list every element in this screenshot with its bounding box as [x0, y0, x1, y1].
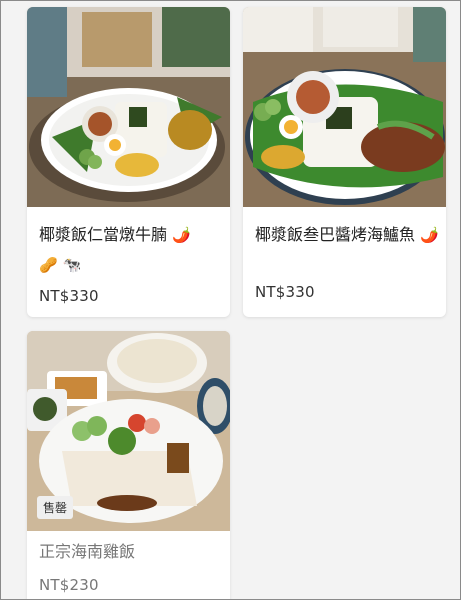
menu-item-title: 正宗海南雞飯: [39, 542, 136, 561]
menu-item-price: NT$330: [39, 287, 99, 305]
menu-item-card[interactable]: 售罄 正宗海南雞飯 NT$230: [27, 331, 230, 600]
chili-pepper-icon: 🌶️: [420, 226, 439, 244]
menu-item-name: 正宗海南雞飯: [39, 537, 225, 567]
chili-pepper-icon: 🌶️: [172, 226, 191, 244]
dish-photo: [243, 7, 446, 207]
menu-item-price: NT$230: [39, 576, 99, 594]
menu-item-name: 椰漿飯仁當燉牛腩 🌶️ 🥜 🐄: [39, 220, 225, 280]
menu-item-card[interactable]: 椰漿飯仁當燉牛腩 🌶️ 🥜 🐄 NT$330: [27, 7, 230, 317]
menu-item-card[interactable]: 椰漿飯叁巴醬烤海鱸魚 🌶️ NT$330: [243, 7, 446, 317]
dish-photo: [27, 7, 230, 207]
cow-icon: 🐄: [62, 256, 82, 274]
menu-item-name: 椰漿飯叁巴醬烤海鱸魚 🌶️: [255, 220, 441, 250]
sold-out-badge: 售罄: [37, 496, 74, 519]
menu-item-title: 椰漿飯仁當燉牛腩: [39, 225, 168, 244]
menu-item-title: 椰漿飯叁巴醬烤海鱸魚: [255, 225, 416, 244]
menu-item-price: NT$330: [255, 283, 315, 301]
dish-photo: 售罄: [27, 331, 230, 531]
peanut-icon: 🥜: [39, 256, 58, 274]
